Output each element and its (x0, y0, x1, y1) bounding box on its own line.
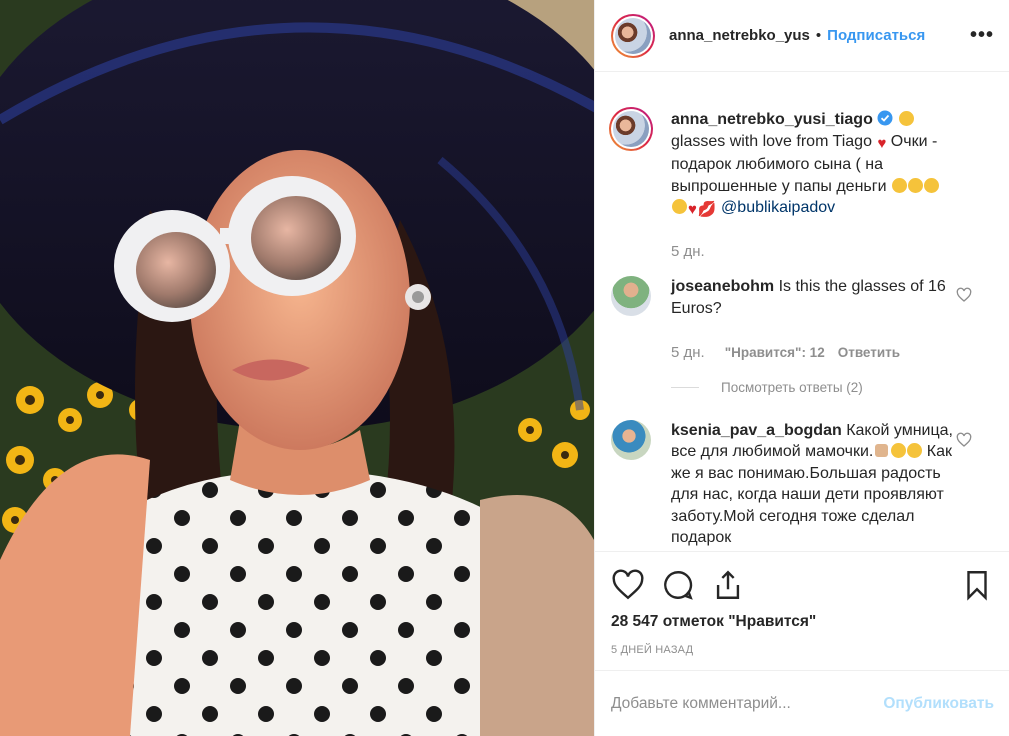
red-heart-emoji-icon: ♥ (688, 201, 697, 218)
commenter-avatar[interactable] (611, 419, 651, 460)
comment-like-heart-icon[interactable] (956, 287, 972, 303)
header-separator: • (815, 27, 822, 44)
post-photo[interactable] (0, 0, 594, 736)
caption-time[interactable]: 5 дн. (671, 241, 705, 263)
likes-count[interactable]: 28 547 отметок "Нравится" (611, 613, 816, 631)
heart-icon[interactable] (611, 568, 645, 602)
comment-icon[interactable] (661, 568, 695, 602)
more-options-button[interactable]: ••• (970, 24, 994, 47)
smiling-emoji-icon (907, 443, 923, 458)
comment-username[interactable]: joseanebohm (671, 278, 774, 295)
laughing-emoji-icon (907, 177, 923, 193)
kiss-emoji-icon: 💋 (697, 201, 717, 218)
follow-button[interactable]: Подписаться (827, 27, 925, 44)
profile-photo-avatar (615, 17, 651, 54)
instagram-post: anna_netrebko_yus • Подписаться ••• anna… (0, 0, 1009, 736)
selfie-image (0, 0, 594, 736)
laughing-emoji-icon (891, 177, 907, 193)
caption-text-1: glasses with love from Tiago (671, 132, 872, 150)
comment-time[interactable]: 5 дн. (671, 342, 705, 364)
view-replies-label[interactable]: Посмотреть ответы (2) (721, 380, 863, 395)
view-replies[interactable]: Посмотреть ответы (2) (671, 380, 994, 395)
sunglasses-emoji-icon (898, 111, 914, 126)
post-header: anna_netrebko_yus • Подписаться ••• (595, 0, 1009, 72)
add-comment-bar: Опубликовать (595, 670, 1009, 736)
bookmark-icon[interactable] (960, 568, 994, 602)
post-actions: 28 547 отметок "Нравится" 5 ДНЕЙ НАЗАД (595, 551, 1009, 670)
replies-divider (671, 386, 699, 388)
header-avatar[interactable] (611, 13, 655, 58)
comment-item: joseanebohm Is this the glasses of 16 Eu… (611, 262, 994, 364)
comments-list[interactable]: anna_netrebko_yusi_tiago glasses with lo… (595, 73, 1009, 551)
verified-badge-icon (877, 110, 893, 126)
share-icon[interactable] (711, 568, 745, 602)
comment-likes[interactable]: "Нравится": 12 (725, 342, 825, 364)
publish-button[interactable]: Опубликовать (883, 695, 994, 713)
comment-username[interactable]: ksenia_pav_a_bogdan (671, 422, 842, 439)
comment-text: подарок (671, 529, 732, 546)
profile-photo-avatar (613, 111, 649, 147)
caption-username[interactable]: anna_netrebko_yusi_tiago (671, 111, 873, 128)
caption: anna_netrebko_yusi_tiago glasses with lo… (609, 73, 994, 263)
red-heart-emoji-icon: ♥ (877, 134, 887, 152)
caption-avatar[interactable] (609, 107, 653, 151)
reply-button[interactable]: Ответить (838, 342, 900, 364)
header-username[interactable]: anna_netrebko_yus (669, 27, 810, 44)
caption-mention-link[interactable]: @bublikaipadov (721, 199, 835, 216)
thumbs-emoji-icon (875, 444, 889, 457)
post-timestamp[interactable]: 5 ДНЕЙ НАЗАД (611, 644, 693, 656)
sunglasses-emoji-icon (672, 199, 687, 214)
comment-input[interactable] (611, 694, 861, 713)
commenter-avatar[interactable] (611, 276, 651, 316)
comment-like-heart-icon[interactable] (956, 432, 972, 448)
laughing-emoji-icon (923, 177, 939, 193)
smiling-emoji-icon (891, 443, 907, 458)
post-sidebar: anna_netrebko_yus • Подписаться ••• anna… (594, 0, 1009, 736)
comment-item: ksenia_pav_a_bogdan Какой умница, все дл… (611, 395, 994, 549)
